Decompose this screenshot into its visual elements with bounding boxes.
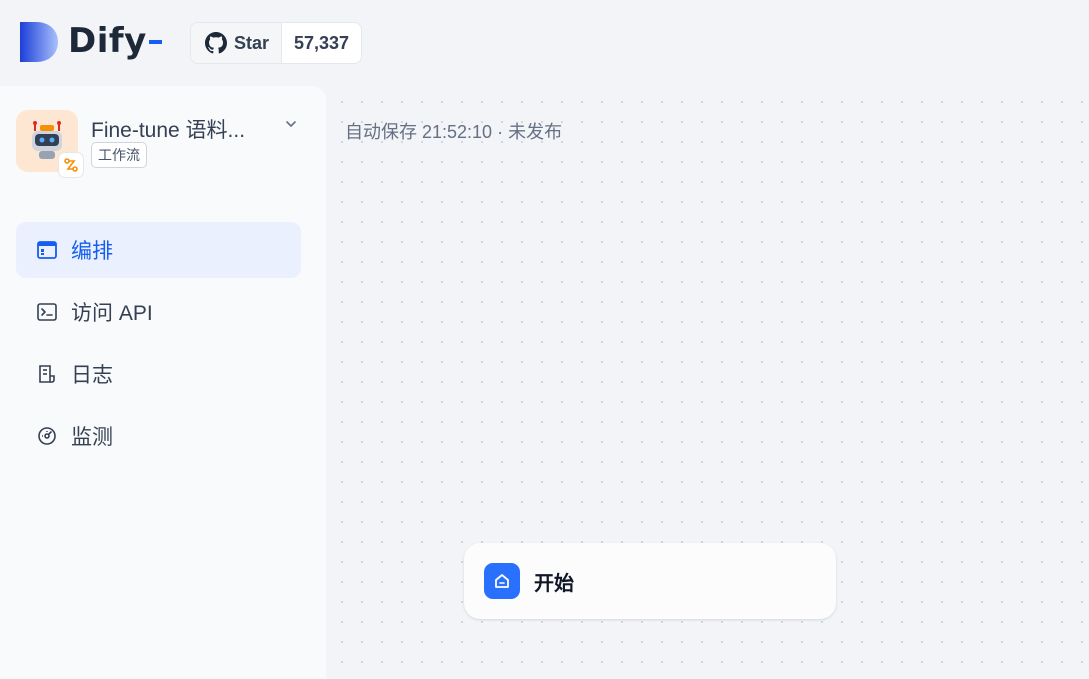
home-icon xyxy=(484,563,520,599)
top-bar: Dify Star 57,337 xyxy=(0,0,1089,86)
chevron-down-icon[interactable] xyxy=(284,117,298,131)
app-name: Fine-tune 语料... xyxy=(91,119,246,142)
dify-logo[interactable]: Dify xyxy=(18,18,162,66)
sidebar-item-label: 日志 xyxy=(71,364,113,387)
github-star-label: Star xyxy=(234,32,270,53)
autosave-status: 自动保存 21:52:10 · 未发布 xyxy=(345,122,563,142)
sidebar-item-label: 监测 xyxy=(71,426,113,449)
app-sidebar: Fine-tune 语料... 工作流 编排 访问 API 日志 监测 xyxy=(0,86,326,679)
terminal-icon xyxy=(36,301,58,323)
brand-name: Dify xyxy=(68,21,147,61)
github-star-button[interactable]: Star xyxy=(191,23,283,63)
sidebar-item-logs[interactable]: 日志 xyxy=(16,346,301,402)
github-icon xyxy=(205,32,227,54)
brand-underscore xyxy=(148,40,162,44)
sidebar-item-orchestrate[interactable]: 编排 xyxy=(16,222,301,278)
app-type-badge: 工作流 xyxy=(91,142,147,168)
log-icon xyxy=(36,363,58,385)
sidebar-item-api[interactable]: 访问 API xyxy=(16,284,301,340)
github-star-badge[interactable]: Star 57,337 xyxy=(190,22,363,64)
sidebar-item-label: 访问 API xyxy=(71,302,153,325)
github-star-count[interactable]: 57,337 xyxy=(282,23,361,63)
workflow-icon xyxy=(58,152,84,178)
gauge-icon xyxy=(36,425,58,447)
sidebar-nav: 编排 访问 API 日志 监测 xyxy=(16,222,301,470)
app-selector[interactable]: Fine-tune 语料... 工作流 xyxy=(16,110,310,178)
orchestrate-icon xyxy=(36,239,58,261)
sidebar-item-label: 编排 xyxy=(71,240,113,263)
start-node-title: 开始 xyxy=(534,572,574,595)
start-node[interactable]: 开始 xyxy=(464,543,836,619)
sidebar-item-monitoring[interactable]: 监测 xyxy=(16,408,301,464)
workflow-canvas[interactable]: 自动保存 21:52:10 · 未发布 开始 xyxy=(326,86,1089,679)
dify-logo-mark-icon xyxy=(20,22,58,62)
